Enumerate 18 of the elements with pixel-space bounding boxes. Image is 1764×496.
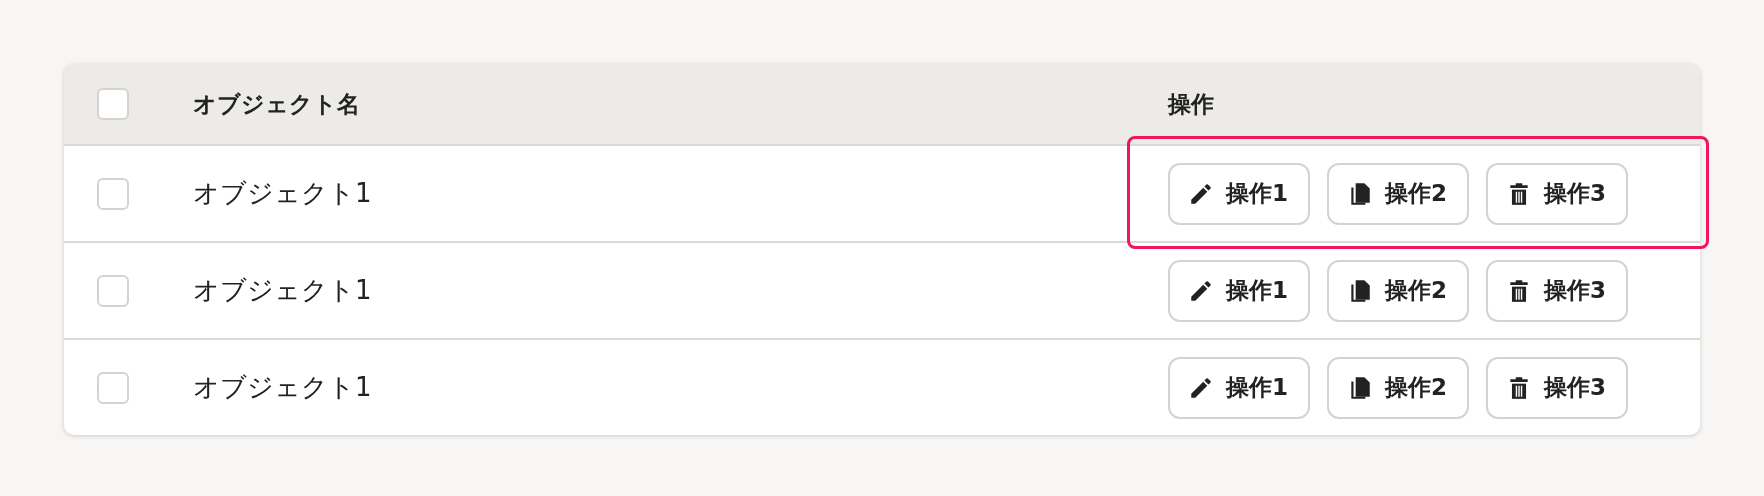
action-button[interactable]: 操作3 (1486, 162, 1629, 225)
action-button[interactable]: 操作1 (1168, 259, 1310, 322)
checkbox[interactable] (97, 177, 129, 210)
action-button[interactable]: 操作1 (1168, 356, 1310, 419)
action-button[interactable]: 操作2 (1327, 356, 1470, 419)
action-button[interactable]: 操作3 (1486, 259, 1629, 322)
column-header: オブジェクト名 (193, 90, 360, 117)
action-button[interactable]: 操作2 (1327, 259, 1470, 322)
checkbox[interactable] (97, 371, 129, 404)
column-header: 操作 (1168, 90, 1214, 117)
action-button[interactable]: 操作2 (1327, 162, 1470, 225)
object-name: オブジェクト1 (193, 275, 372, 305)
checkbox[interactable] (97, 88, 129, 120)
checkbox[interactable] (97, 274, 129, 307)
object-name: オブジェクト1 (193, 372, 372, 402)
action-button[interactable]: 操作1 (1168, 162, 1310, 225)
action-button[interactable]: 操作3 (1486, 356, 1629, 419)
object-name: オブジェクト1 (193, 178, 372, 208)
